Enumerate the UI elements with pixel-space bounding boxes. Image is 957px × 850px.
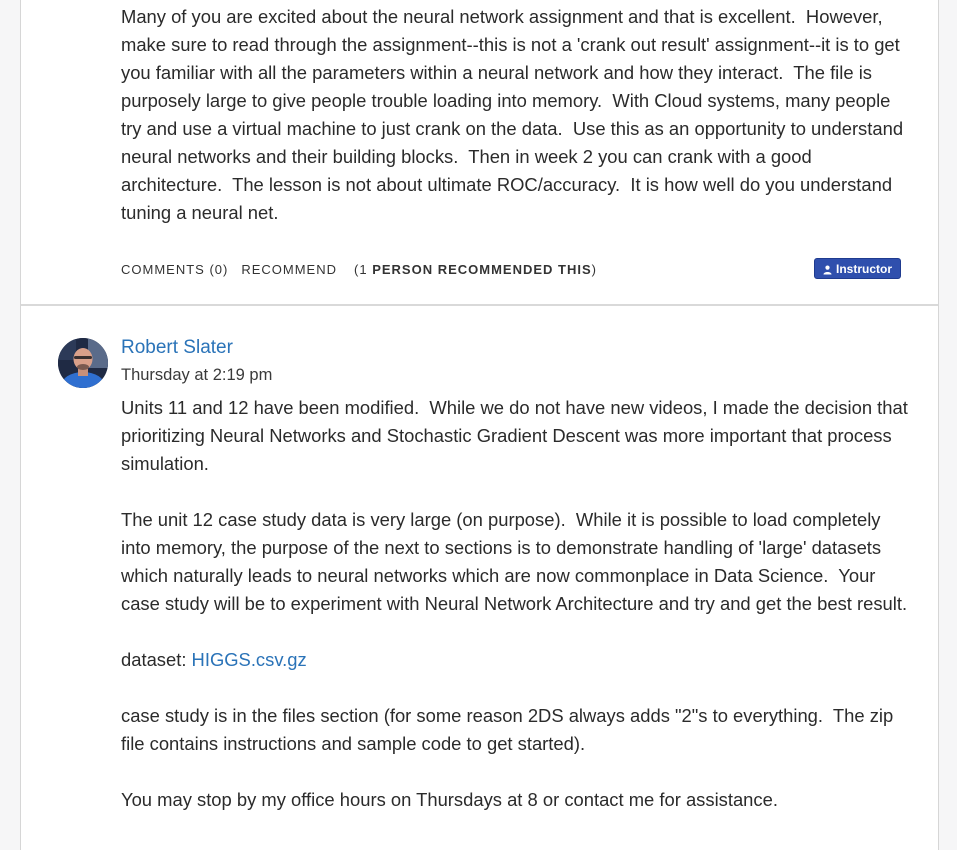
discussion-thread: Many of you are excited about the neural… <box>20 0 939 850</box>
post-body-paragraph: Many of you are excited about the neural… <box>121 6 909 223</box>
person-icon <box>823 264 832 274</box>
comments-link[interactable]: COMMENTS (0) <box>121 262 228 277</box>
post-paragraph-spacer <box>121 758 911 786</box>
post-timestamp: Thursday at 2:19 pm <box>121 366 273 384</box>
dataset-file-link[interactable]: HIGGS.csv.gz <box>192 649 307 670</box>
post-robert-slater: Robert Slater Thursday at 2:19 pm Units … <box>21 306 938 850</box>
post-paragraph: Units 11 and 12 have been modified. Whil… <box>121 397 913 474</box>
post-actions: COMMENTS (0) RECOMMEND (1 PERSON RECOMME… <box>121 258 597 280</box>
post-paragraph: case study is in the files section (for … <box>121 705 899 754</box>
dataset-label: dataset: <box>121 649 192 670</box>
recommend-count-text: PERSON RECOMMENDED THIS <box>372 261 592 277</box>
dataset-line: dataset: HIGGS.csv.gz <box>121 646 911 674</box>
post-instructor-announcement: Many of you are excited about the neural… <box>21 0 938 306</box>
post-paragraph: The unit 12 case study data is very larg… <box>121 509 908 614</box>
recommend-count: (1 PERSON RECOMMENDED THIS) <box>354 261 597 277</box>
post-body: Many of you are excited about the neural… <box>121 3 911 227</box>
recommend-button[interactable]: RECOMMEND <box>241 262 337 277</box>
post-paragraph-spacer <box>121 478 911 506</box>
post-paragraph-spacer <box>121 674 911 702</box>
post-paragraph: You may stop by my office hours on Thurs… <box>121 789 778 810</box>
post-paragraph-spacer <box>121 618 911 646</box>
instructor-badge: Instructor <box>814 258 901 279</box>
author-name-link[interactable]: Robert Slater <box>121 335 233 361</box>
post-body: Units 11 and 12 have been modified. Whil… <box>121 394 911 814</box>
instructor-badge-label: Instructor <box>835 261 892 276</box>
avatar[interactable] <box>58 338 108 388</box>
